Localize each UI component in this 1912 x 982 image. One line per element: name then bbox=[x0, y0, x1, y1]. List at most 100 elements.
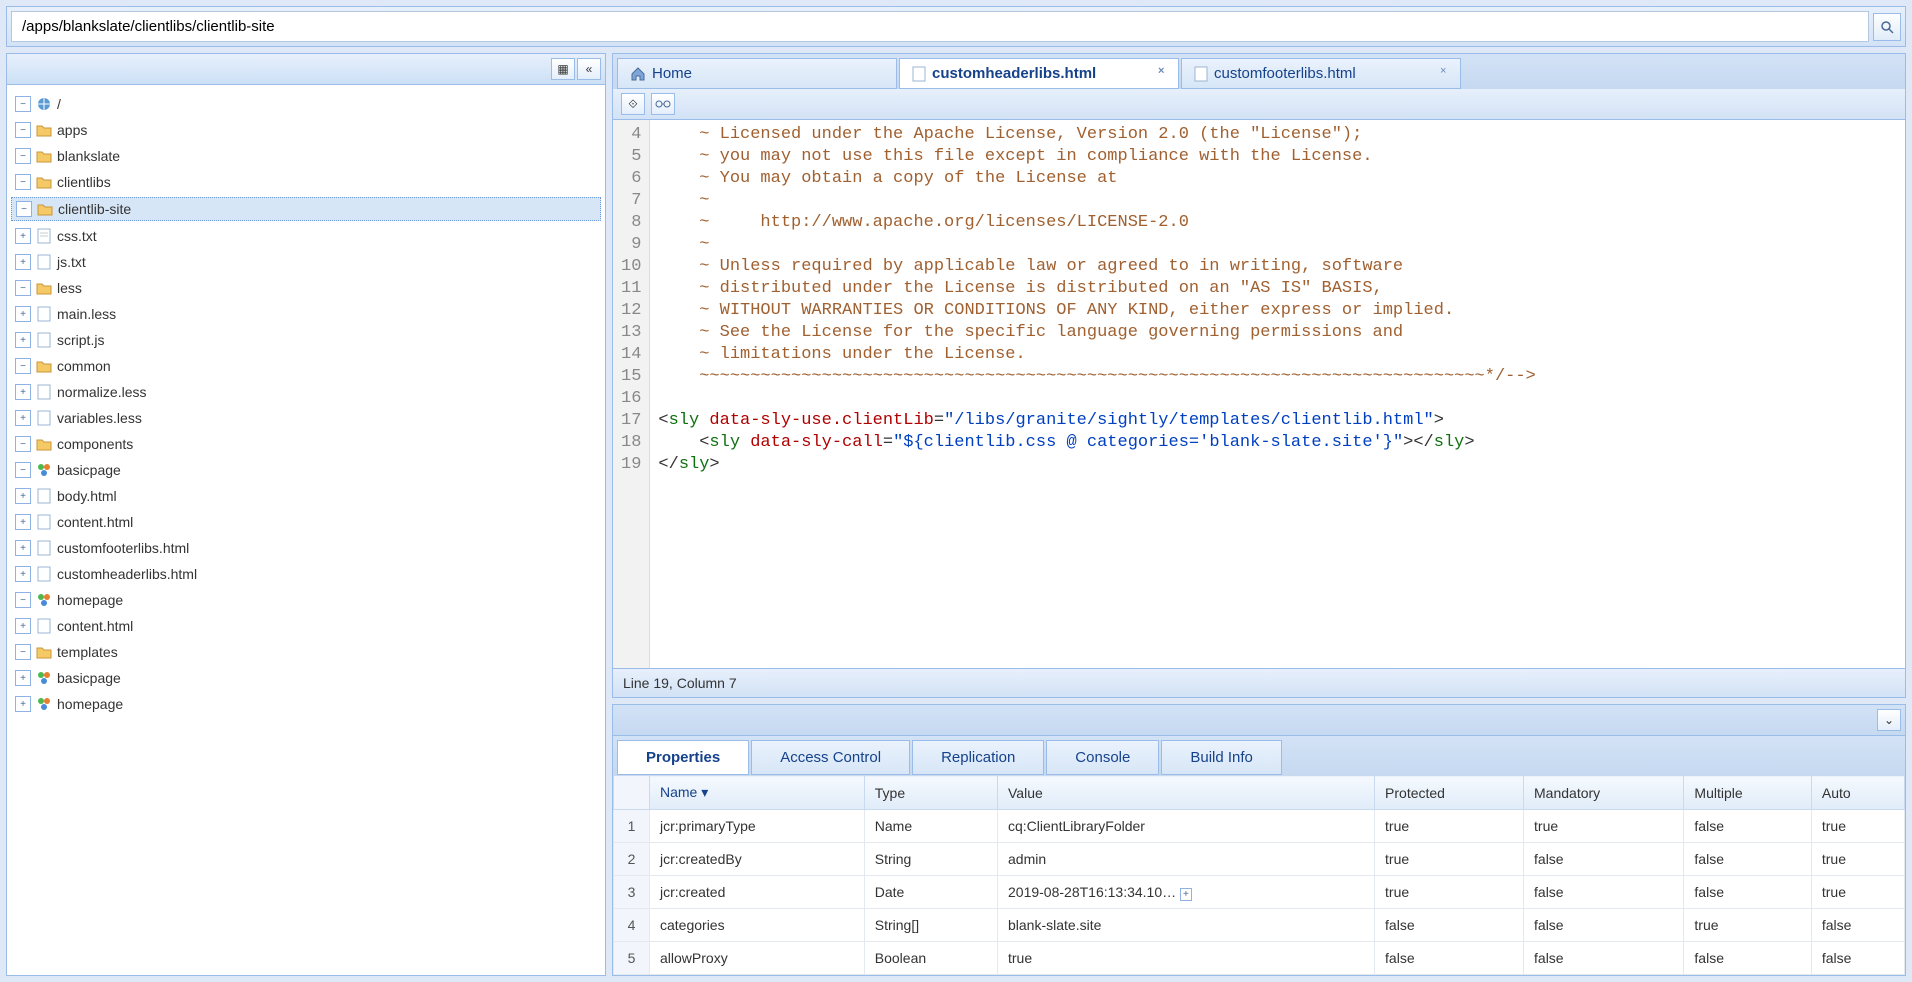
col-name[interactable]: Name ▾ bbox=[650, 776, 865, 810]
collapse-icon[interactable]: − bbox=[15, 174, 31, 190]
table-row[interactable]: 2 jcr:createdBy String admin true false … bbox=[614, 843, 1905, 876]
col-rownum[interactable] bbox=[614, 776, 650, 810]
expand-icon[interactable]: + bbox=[15, 618, 31, 634]
collapse-icon[interactable]: − bbox=[16, 201, 32, 217]
tree-common[interactable]: −common bbox=[11, 355, 601, 377]
expand-icon[interactable]: + bbox=[15, 514, 31, 530]
code-area[interactable]: ~ Licensed under the Apache License, Ver… bbox=[650, 120, 1905, 668]
close-icon[interactable]: × bbox=[1158, 65, 1172, 79]
tab-customheaderlibs[interactable]: customheaderlibs.html× bbox=[899, 58, 1179, 89]
find-button[interactable] bbox=[651, 93, 675, 115]
expand-icon[interactable]: + bbox=[15, 384, 31, 400]
expand-icon[interactable]: + bbox=[15, 566, 31, 582]
col-mandatory[interactable]: Mandatory bbox=[1524, 776, 1684, 810]
code-editor[interactable]: 45678910111213141516171819 ~ Licensed un… bbox=[612, 120, 1906, 669]
tree-customheaderlibs[interactable]: +customheaderlibs.html bbox=[11, 563, 601, 585]
table-row[interactable]: 1 jcr:primaryType Name cq:ClientLibraryF… bbox=[614, 810, 1905, 843]
table-row[interactable]: 3 jcr:created Date 2019-08-28T16:13:34.1… bbox=[614, 876, 1905, 909]
collapse-icon[interactable]: − bbox=[15, 122, 31, 138]
editor-status: Line 19, Column 7 bbox=[612, 669, 1906, 698]
file-icon bbox=[35, 254, 53, 270]
tab-build-info[interactable]: Build Info bbox=[1161, 740, 1282, 775]
collapse-icon[interactable]: − bbox=[15, 462, 31, 478]
table-row[interactable]: 4 categories String[] blank-slate.site f… bbox=[614, 909, 1905, 942]
tree-content-html2[interactable]: +content.html bbox=[11, 615, 601, 637]
collapse-icon[interactable]: − bbox=[15, 436, 31, 452]
expand-icon[interactable]: + bbox=[15, 488, 31, 504]
col-multiple[interactable]: Multiple bbox=[1684, 776, 1811, 810]
chevron-down-icon: ⌄ bbox=[1884, 713, 1894, 727]
cell-multiple: true bbox=[1684, 909, 1811, 942]
col-auto[interactable]: Auto bbox=[1811, 776, 1904, 810]
tree-apps[interactable]: −apps bbox=[11, 119, 601, 141]
cell-multiple: false bbox=[1684, 942, 1811, 975]
cell-value: admin bbox=[998, 843, 1375, 876]
tree-basicpage[interactable]: −basicpage bbox=[11, 459, 601, 481]
col-type[interactable]: Type bbox=[864, 776, 997, 810]
tab-replication[interactable]: Replication bbox=[912, 740, 1044, 775]
tree-script-js[interactable]: +script.js bbox=[11, 329, 601, 351]
tree-variables-less[interactable]: +variables.less bbox=[11, 407, 601, 429]
close-icon[interactable]: × bbox=[1440, 65, 1454, 79]
search-button[interactable] bbox=[1873, 13, 1901, 41]
expand-icon[interactable]: + bbox=[15, 228, 31, 244]
tree-css-txt[interactable]: +css.txt bbox=[11, 225, 601, 247]
tab-customfooterlibs[interactable]: customfooterlibs.html× bbox=[1181, 58, 1461, 89]
folder-icon bbox=[35, 358, 53, 374]
cell-mandatory: false bbox=[1524, 876, 1684, 909]
tree-components[interactable]: −components bbox=[11, 433, 601, 455]
cell-value: 2019-08-28T16:13:34.10… + bbox=[998, 876, 1375, 909]
tab-console[interactable]: Console bbox=[1046, 740, 1159, 775]
tree-tools-button[interactable]: ▦ bbox=[551, 58, 575, 80]
tab-access-control[interactable]: Access Control bbox=[751, 740, 910, 775]
expand-icon[interactable]: + bbox=[15, 670, 31, 686]
tree-root[interactable]: −/ bbox=[11, 93, 601, 115]
tree-clientlib-site[interactable]: −clientlib-site bbox=[11, 197, 601, 221]
expand-icon[interactable]: + bbox=[15, 696, 31, 712]
tree-less[interactable]: −less bbox=[11, 277, 601, 299]
tree-customfooterlibs[interactable]: +customfooterlibs.html bbox=[11, 537, 601, 559]
col-value[interactable]: Value bbox=[998, 776, 1375, 810]
grid-icon: ▦ bbox=[557, 62, 568, 76]
collapse-icon[interactable]: − bbox=[15, 358, 31, 374]
row-number: 1 bbox=[614, 810, 650, 843]
collapse-icon[interactable]: − bbox=[15, 592, 31, 608]
path-input[interactable] bbox=[11, 11, 1869, 42]
tab-home[interactable]: Home bbox=[617, 58, 897, 89]
expand-icon[interactable]: + bbox=[1180, 888, 1192, 901]
collapse-icon[interactable]: − bbox=[15, 96, 31, 112]
expand-icon[interactable]: + bbox=[15, 410, 31, 426]
expand-icon[interactable]: + bbox=[15, 332, 31, 348]
tree-homepage2[interactable]: +homepage bbox=[11, 693, 601, 715]
collapse-panel-button[interactable]: « bbox=[577, 58, 601, 80]
cell-value: cq:ClientLibraryFolder bbox=[998, 810, 1375, 843]
tree-clientlibs[interactable]: −clientlibs bbox=[11, 171, 601, 193]
tree-body-html[interactable]: +body.html bbox=[11, 485, 601, 507]
component-icon bbox=[35, 670, 53, 686]
cell-type: Date bbox=[864, 876, 997, 909]
expand-icon[interactable]: + bbox=[15, 540, 31, 556]
tree-content-html[interactable]: +content.html bbox=[11, 511, 601, 533]
col-protected[interactable]: Protected bbox=[1375, 776, 1524, 810]
cell-multiple: false bbox=[1684, 843, 1811, 876]
collapse-icon[interactable]: − bbox=[15, 280, 31, 296]
table-row[interactable]: 5 allowProxy Boolean true false false fa… bbox=[614, 942, 1905, 975]
expand-icon[interactable]: + bbox=[15, 254, 31, 270]
tree-basicpage2[interactable]: +basicpage bbox=[11, 667, 601, 689]
collapse-icon[interactable]: − bbox=[15, 644, 31, 660]
collapse-icon[interactable]: − bbox=[15, 148, 31, 164]
expand-icon[interactable]: + bbox=[15, 306, 31, 322]
tree-blankslate[interactable]: −blankslate bbox=[11, 145, 601, 167]
split-bar[interactable]: ⌄ bbox=[612, 704, 1906, 736]
tree-normalize-less[interactable]: +normalize.less bbox=[11, 381, 601, 403]
tree-templates[interactable]: −templates bbox=[11, 641, 601, 663]
tab-properties[interactable]: Properties bbox=[617, 740, 749, 775]
folder-icon bbox=[35, 644, 53, 660]
tree-js-txt[interactable]: +js.txt bbox=[11, 251, 601, 273]
tree-homepage[interactable]: −homepage bbox=[11, 589, 601, 611]
expand-panel-button[interactable]: ⌄ bbox=[1877, 709, 1901, 731]
tree-main-less[interactable]: +main.less bbox=[11, 303, 601, 325]
format-button[interactable]: ⟐ bbox=[621, 93, 645, 115]
sort-desc-icon: ▾ bbox=[701, 784, 708, 800]
folder-icon bbox=[36, 201, 54, 217]
